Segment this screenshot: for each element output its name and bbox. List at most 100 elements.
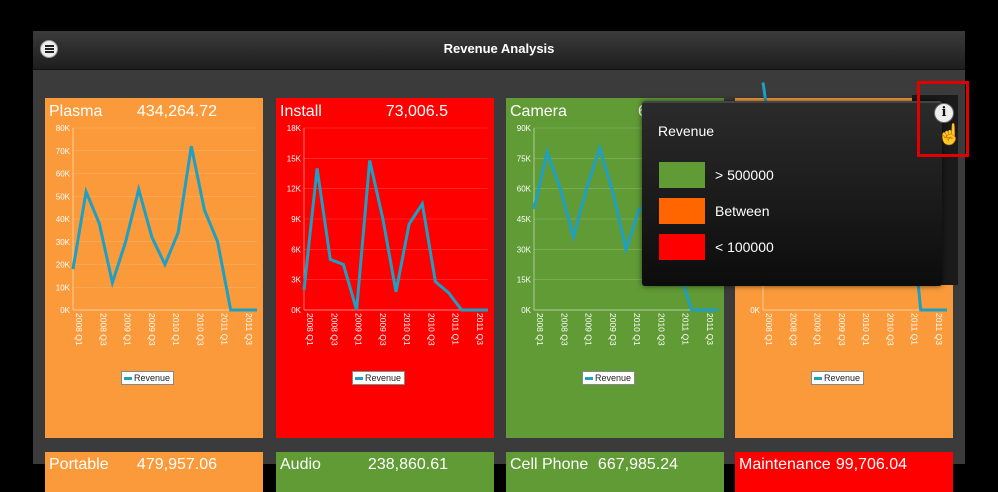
x-tick-label: 2011 Q1	[910, 313, 920, 345]
x-tick-label: 2008 Q1	[535, 313, 545, 346]
x-tick-label: 2010 Q1	[861, 313, 871, 346]
legend-label-mid: Between	[715, 203, 770, 219]
y-tick-label: 50K	[56, 192, 71, 201]
tile-install[interactable]: Install 73,006.5 0K 3K 6K 9K 12K 15K 18K 2008 Q1 2…	[276, 98, 494, 438]
legend-label: Revenue	[595, 373, 632, 383]
y-tick-label: 9K	[291, 215, 301, 224]
y-tick-label: 30K	[56, 238, 71, 247]
tile-plasma[interactable]: Plasma 434,264.72 0K 10K 20K 30K 40K 50K 60K 70K 8…	[45, 98, 263, 438]
x-tick-label: 2009 Q3	[837, 313, 847, 346]
legend-label: Revenue	[365, 373, 402, 383]
tile-value: 434,264.72	[136, 103, 217, 120]
y-tick-label: 60K	[517, 185, 532, 194]
tile-name: Maintenance	[739, 456, 831, 473]
x-tick-label: 2010 Q1	[171, 313, 181, 346]
y-tick-label: 60K	[56, 170, 71, 179]
y-tick-label: 10K	[56, 283, 71, 292]
x-tick-label: 2009 Q3	[147, 313, 157, 346]
tile-portable[interactable]: Portable 479,957.06	[45, 452, 263, 492]
x-tick-label: 2011 Q1	[681, 313, 691, 345]
y-tick-label: 20K	[56, 261, 71, 270]
legend-label: Revenue	[824, 373, 861, 383]
y-tick-label: 18K	[287, 124, 302, 133]
chart-legend: Revenue	[121, 371, 175, 385]
tile-name: Cell Phone	[510, 456, 589, 473]
y-tick-label: 3K	[291, 276, 301, 285]
tile-maintenance[interactable]: Maintenance 99,706.04	[735, 452, 953, 492]
x-tick-label: 2011 Q1	[451, 313, 461, 345]
x-tick-label: 2008 Q1	[74, 313, 84, 346]
legend-label-low: < 100000	[715, 239, 774, 255]
y-tick-label: 6K	[291, 245, 301, 254]
popup-title: Revenue	[658, 123, 715, 139]
hand-cursor-icon: ☝	[937, 124, 962, 146]
tile-audio[interactable]: Audio 238,860.61	[276, 452, 494, 492]
y-tick-label: 0K	[60, 306, 70, 315]
tile-value: 73,006.5	[385, 103, 448, 120]
x-tick-label: 2011 Q3	[705, 313, 715, 345]
legend-swatch	[814, 377, 822, 381]
x-tick-label: 2008 Q1	[764, 313, 774, 346]
x-tick-label: 2009 Q3	[378, 313, 388, 346]
legend-label: Revenue	[134, 373, 171, 383]
y-tick-label: 12K	[287, 185, 302, 194]
y-tick-label: 80K	[56, 124, 71, 133]
x-tick-label: 2010 Q3	[656, 313, 666, 346]
x-tick-label: 2010 Q1	[402, 313, 412, 346]
legend-label-high: > 500000	[715, 167, 774, 183]
x-tick-label: 2008 Q3	[98, 313, 108, 346]
tile-name: Install	[280, 103, 322, 120]
legend-swatch-high	[659, 162, 705, 188]
y-tick-label: 90K	[517, 124, 532, 133]
tile-value: 99,706.04	[835, 456, 907, 473]
revenue-series-line	[71, 145, 257, 312]
tile-value: 479,957.06	[136, 456, 217, 473]
legend-popup: Revenue > 500000 Between < 100000	[642, 101, 942, 286]
x-tick-label: 2010 Q3	[885, 313, 895, 346]
legend-swatch-low	[659, 234, 705, 260]
tile-name: Audio	[280, 456, 321, 473]
x-tick-label: 2011 Q3	[244, 313, 254, 345]
x-tick-label: 2008 Q1	[305, 313, 315, 346]
chart-legend: Revenue	[811, 371, 865, 385]
chart-legend: Revenue	[352, 371, 406, 385]
x-tick-label: 2011 Q1	[220, 313, 230, 345]
y-tick-label: 0K	[291, 306, 301, 315]
y-tick-label: 30K	[517, 245, 532, 254]
tile-value: 238,860.61	[367, 456, 448, 473]
legend-swatch	[355, 377, 363, 381]
legend-swatch-mid	[659, 198, 705, 224]
y-tick-label: 0K	[750, 306, 760, 315]
x-tick-label: 2009 Q1	[813, 313, 823, 346]
revenue-series-line	[302, 160, 488, 312]
y-tick-label: 15K	[517, 276, 532, 285]
x-tick-label: 2009 Q3	[608, 313, 618, 346]
x-tick-label: 2008 Q3	[329, 313, 339, 346]
tile-name: Camera	[510, 103, 567, 120]
x-tick-label: 2011 Q3	[934, 313, 944, 345]
x-tick-label: 2009 Q1	[354, 313, 364, 346]
tile-cell-phone[interactable]: Cell Phone 667,985.24	[506, 452, 724, 492]
y-tick-label: 45K	[517, 215, 532, 224]
chart-legend: Revenue	[582, 371, 636, 385]
y-tick-label: 70K	[56, 147, 71, 156]
x-tick-label: 2010 Q3	[195, 313, 205, 346]
x-tick-label: 2011 Q3	[475, 313, 485, 345]
y-tick-label: 0K	[521, 306, 531, 315]
tile-name: Plasma	[49, 103, 103, 120]
tile-value: 667,985.24	[597, 456, 678, 473]
x-tick-label: 2008 Q3	[788, 313, 798, 346]
x-tick-label: 2008 Q3	[559, 313, 569, 346]
page-title: Revenue Analysis	[443, 41, 555, 56]
y-tick-label: 40K	[56, 215, 71, 224]
y-tick-label: 75K	[517, 154, 532, 163]
legend-swatch	[585, 377, 593, 381]
tile-name: Portable	[49, 456, 109, 473]
title-bar: Revenue Analysis	[33, 31, 965, 70]
legend-swatch	[124, 377, 132, 381]
x-tick-label: 2010 Q3	[426, 313, 436, 346]
x-tick-label: 2010 Q1	[632, 313, 642, 346]
y-tick-label: 15K	[287, 154, 302, 163]
x-tick-label: 2009 Q1	[123, 313, 133, 346]
x-tick-label: 2009 Q1	[584, 313, 594, 346]
